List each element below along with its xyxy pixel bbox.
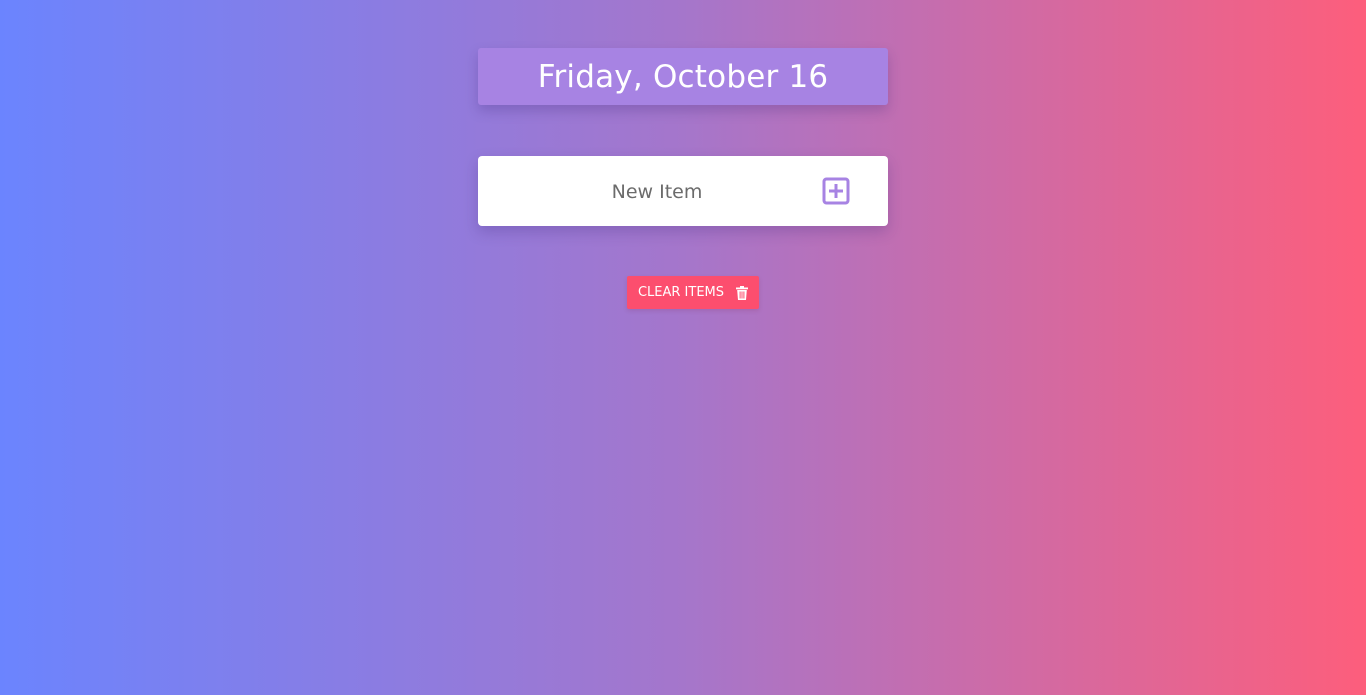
add-item-button[interactable] [822,177,850,205]
clear-items-label: CLEAR ITEMS [637,285,725,300]
new-item-card [478,156,888,226]
clear-items-button[interactable]: CLEAR ITEMS [627,276,759,309]
new-item-input[interactable] [498,170,816,214]
plus-square-icon [822,177,850,205]
date-header: Friday, October 16 [478,48,888,105]
trash-icon [736,285,749,300]
date-title: Friday, October 16 [537,58,829,95]
